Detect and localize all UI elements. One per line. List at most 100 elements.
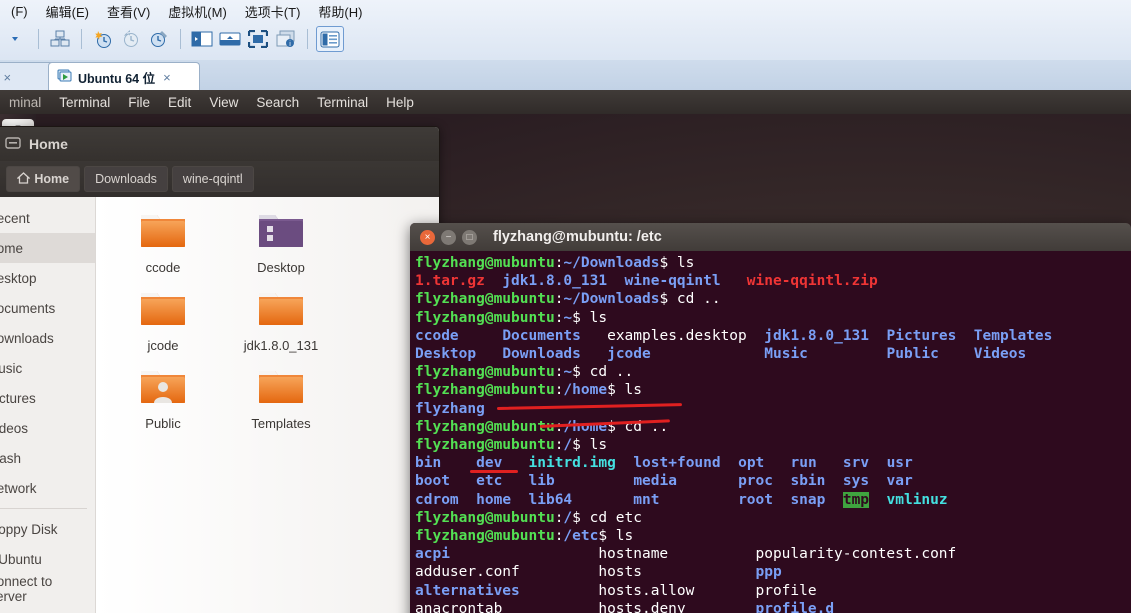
terminal-token: root <box>738 491 773 508</box>
sidebar-item-mubuntu[interactable]: mUbuntu <box>0 544 95 574</box>
file-manager-sidebar: Recent Home Desktop Documents Downloads … <box>0 197 96 613</box>
panel-menu-edit[interactable]: Edit <box>159 95 200 110</box>
show-console-icon[interactable] <box>189 27 215 51</box>
dropdown-arrow-icon[interactable] <box>4 27 30 51</box>
vm-tab-ubuntu[interactable]: Ubuntu 64 位 × <box>48 62 200 91</box>
sidebar-item-network[interactable]: Network <box>0 473 95 503</box>
forward-arrow-icon[interactable]: › <box>0 171 2 187</box>
terminal-token: Public <box>886 346 939 363</box>
terminal-line: flyzhang@mubuntu:~/Downloads$ cd .. <box>415 290 1131 308</box>
panel-menu-terminal[interactable]: Terminal <box>50 95 119 110</box>
sidebar-toggle-icon[interactable] <box>316 26 344 52</box>
folder-icon <box>256 363 306 412</box>
panel-menu-search[interactable]: Search <box>247 95 308 110</box>
file-item-jcode[interactable]: jcode <box>104 285 222 363</box>
terminal-token: bin <box>415 455 442 472</box>
terminal-token: Templates <box>973 327 1053 344</box>
sidebar-item-trash[interactable]: Trash <box>0 443 95 473</box>
panel-menu-file[interactable]: File <box>119 95 159 110</box>
terminal-window[interactable]: × − □ flyzhang@mubuntu: /etc flyzhang@mu… <box>410 223 1131 613</box>
menu-vm[interactable]: 虚拟机(M) <box>159 0 236 23</box>
terminal-token: var <box>886 473 913 490</box>
sidebar-item-videos[interactable]: Videos <box>0 413 95 443</box>
window-menu-icon[interactable] <box>5 135 21 154</box>
sidebar-item-connect-to-server[interactable]: Connect to Server <box>0 574 95 604</box>
terminal-token: ppp <box>755 564 782 581</box>
menu-view[interactable]: 查看(V) <box>98 0 159 23</box>
terminal-token: boot <box>415 473 450 490</box>
close-icon[interactable]: × <box>163 70 171 85</box>
sidebar-item-label: Recent <box>0 210 30 226</box>
file-grid: ccode Desktop jcode jdk1.8.0_131 Public … <box>104 207 439 441</box>
folder-icon <box>138 207 188 256</box>
file-item-public[interactable]: Public <box>104 363 222 441</box>
sidebar-item-recent[interactable]: Recent <box>0 203 95 233</box>
file-item-templates[interactable]: Templates <box>222 363 340 441</box>
terminal-token: jdk1.8.0_131 <box>502 273 608 290</box>
terminal-token: lost+found <box>633 455 721 472</box>
file-item-jdk[interactable]: jdk1.8.0_131 <box>222 285 340 363</box>
terminal-token: flyzhang@mubuntu <box>415 309 555 326</box>
terminal-line: flyzhang@mubuntu:/$ ls <box>415 436 1131 454</box>
sidebar-item-documents[interactable]: Documents <box>0 293 95 323</box>
snapshot-take-icon[interactable] <box>90 27 116 51</box>
panel-app-name: minal <box>9 94 42 110</box>
terminal-token: mnt <box>633 491 660 508</box>
terminal-token: profile.d <box>755 600 835 613</box>
sidebar-item-desktop[interactable]: Desktop <box>0 263 95 293</box>
file-item-ccode[interactable]: ccode <box>104 207 222 285</box>
home-icon <box>16 171 32 187</box>
terminal-token: examples.desktop <box>607 327 747 344</box>
snapshot-manager-icon[interactable] <box>146 27 172 51</box>
menu-tabs[interactable]: 选项卡(T) <box>236 0 310 23</box>
file-item-label: jcode <box>147 338 179 353</box>
library-icon[interactable] <box>47 27 73 51</box>
terminal-token: jcode <box>607 346 651 363</box>
close-icon[interactable]: × <box>420 229 435 245</box>
file-item-desktop[interactable]: Desktop <box>222 207 340 285</box>
terminal-token: flyzhang@mubuntu <box>415 255 555 271</box>
panel-menu-terminal2[interactable]: Terminal <box>308 95 377 110</box>
terminal-token: sys <box>842 473 870 490</box>
breadcrumb-downloads[interactable]: Downloads <box>84 166 168 192</box>
terminal-token: flyzhang <box>415 400 485 417</box>
sidebar-item-home[interactable]: Home <box>0 233 95 263</box>
sidebar-item-floppy-disk[interactable]: Floppy Disk <box>0 514 95 544</box>
maximize-icon[interactable]: □ <box>462 229 477 245</box>
menu-file[interactable]: (F) <box>2 2 37 21</box>
breadcrumb-home[interactable]: Home <box>6 166 81 192</box>
terminal-token: jdk1.8.0_131 <box>764 327 870 344</box>
terminal-output[interactable]: flyzhang@mubuntu:~/Downloads$ ls 1.tar.gz… <box>410 251 1131 613</box>
menu-help[interactable]: 帮助(H) <box>309 0 371 23</box>
sidebar-item-downloads[interactable]: Downloads <box>0 323 95 353</box>
panel-menu-view[interactable]: View <box>200 95 247 110</box>
file-item-label: Templates <box>251 416 311 431</box>
terminal-token: $ cd etc <box>572 509 642 526</box>
terminal-token: snap <box>790 491 826 508</box>
minimize-icon[interactable]: − <box>441 229 456 245</box>
terminal-token: $ ls <box>598 528 634 545</box>
fullscreen-icon[interactable] <box>245 27 271 51</box>
terminal-line: anacrontab hosts.deny profile.d <box>415 600 1131 613</box>
sidebar-item-pictures[interactable]: Pictures <box>0 383 95 413</box>
unity-mode-icon[interactable]: i <box>273 27 299 51</box>
show-thumbnail-icon[interactable] <box>217 27 243 51</box>
snapshot-revert-icon[interactable] <box>118 27 144 51</box>
file-manager-icon-view[interactable]: ccode Desktop jcode jdk1.8.0_131 Public … <box>96 197 439 613</box>
close-icon[interactable]: × <box>4 70 12 85</box>
menu-edit[interactable]: 编辑(E) <box>37 0 98 23</box>
sidebar-item-music[interactable]: Music <box>0 353 95 383</box>
breadcrumb-wine-qqintl[interactable]: wine-qqintl <box>171 166 254 192</box>
terminal-token: Videos <box>973 346 1027 363</box>
panel-menu-help[interactable]: Help <box>377 95 423 110</box>
